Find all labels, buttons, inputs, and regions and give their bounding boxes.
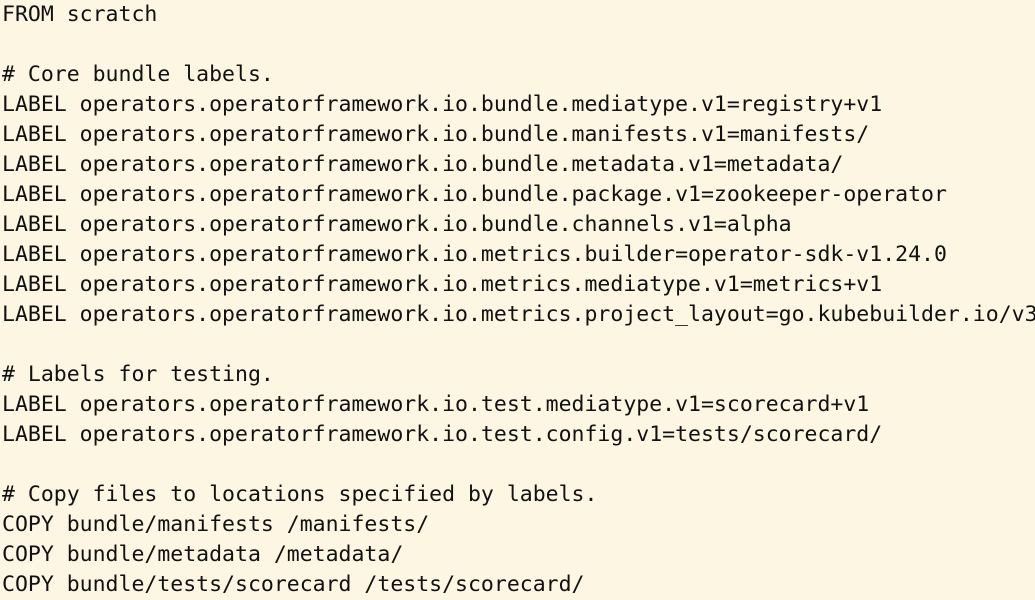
- code-line-4: LABEL operators.operatorframework.io.bun…: [2, 92, 883, 117]
- code-line-6: LABEL operators.operatorframework.io.bun…: [2, 152, 844, 177]
- code-line-3: # Core bundle labels.: [2, 62, 274, 87]
- code-line-19: COPY bundle/metadata /metadata/: [2, 542, 404, 567]
- code-view[interactable]: FROM scratch # Core bundle labels. LABEL…: [0, 0, 1035, 600]
- code-line-9: LABEL operators.operatorframework.io.met…: [2, 242, 947, 267]
- code-line-14: LABEL operators.operatorframework.io.tes…: [2, 392, 870, 417]
- code-line-13: # Labels for testing.: [2, 362, 274, 387]
- code-line-18: COPY bundle/manifests /manifests/: [2, 512, 430, 537]
- code-line-7: LABEL operators.operatorframework.io.bun…: [2, 182, 947, 207]
- code-line-10: LABEL operators.operatorframework.io.met…: [2, 272, 883, 297]
- code-line-1: FROM scratch: [2, 2, 158, 27]
- code-line-8: LABEL operators.operatorframework.io.bun…: [2, 212, 792, 237]
- code-line-11: LABEL operators.operatorframework.io.met…: [2, 302, 1035, 327]
- code-line-17: # Copy files to locations specified by l…: [2, 482, 598, 507]
- code-line-5: LABEL operators.operatorframework.io.bun…: [2, 122, 870, 147]
- code-line-15: LABEL operators.operatorframework.io.tes…: [2, 422, 883, 447]
- code-line-20: COPY bundle/tests/scorecard /tests/score…: [2, 572, 585, 597]
